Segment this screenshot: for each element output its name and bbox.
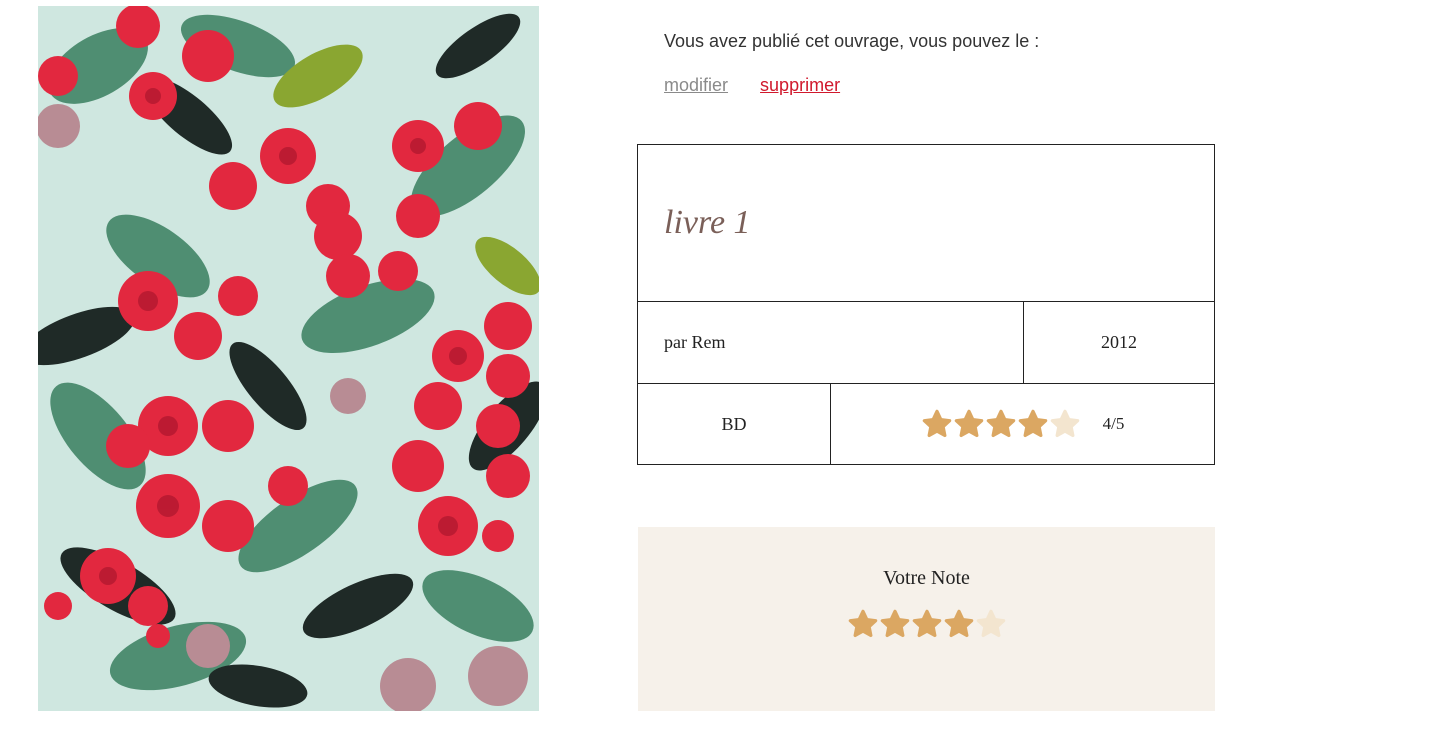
- user-vote-title: Votre Note: [883, 567, 970, 589]
- average-rating-text: 4/5: [1102, 414, 1125, 433]
- book-year: 2012: [1101, 332, 1137, 352]
- book-genre: BD: [638, 384, 831, 464]
- user-vote-panel: Votre Note: [638, 527, 1215, 711]
- owner-notice-text: Vous avez publié cet ouvrage, vous pouve…: [664, 31, 1040, 51]
- book-average-rating: 4/5: [831, 384, 1214, 464]
- star-icon: [921, 408, 953, 440]
- book-author: par Rem: [638, 302, 1024, 383]
- star-icon[interactable]: [943, 608, 975, 640]
- star-icon: [985, 408, 1017, 440]
- star-icon[interactable]: [847, 608, 879, 640]
- user-vote-stars: [847, 608, 1007, 640]
- average-rating-stars: [921, 408, 1081, 440]
- star-icon[interactable]: [975, 608, 1007, 640]
- delete-link[interactable]: supprimer: [760, 75, 840, 95]
- book-actions: modifier supprimer: [664, 75, 840, 96]
- star-icon: [1049, 408, 1081, 440]
- star-icon: [1017, 408, 1049, 440]
- book-title: livre 1: [664, 204, 751, 241]
- book-cover-image: [38, 6, 539, 711]
- book-title-cell: livre 1: [638, 145, 751, 301]
- star-icon[interactable]: [879, 608, 911, 640]
- star-icon: [953, 408, 985, 440]
- book-info-table: livre 1 par Rem 2012 BD 4/5: [637, 144, 1215, 465]
- edit-link[interactable]: modifier: [664, 75, 728, 95]
- star-icon[interactable]: [911, 608, 943, 640]
